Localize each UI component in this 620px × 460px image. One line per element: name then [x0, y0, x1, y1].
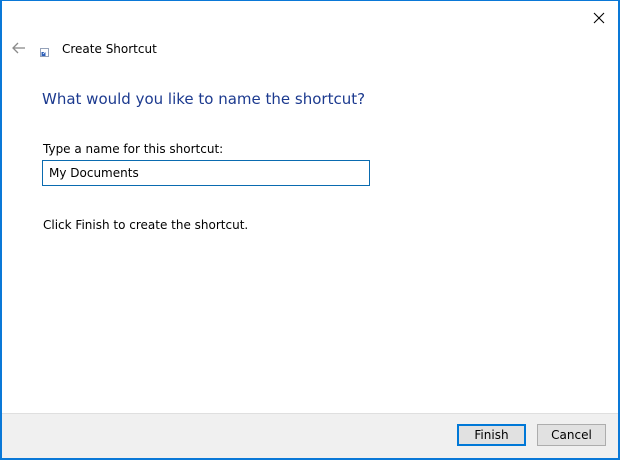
- create-shortcut-dialog: Create Shortcut What would you like to n…: [0, 0, 620, 460]
- window-title: Create Shortcut: [62, 42, 157, 56]
- shortcut-name-label: Type a name for this shortcut:: [43, 142, 224, 156]
- page-heading: What would you like to name the shortcut…: [42, 90, 366, 108]
- finish-button[interactable]: Finish: [457, 424, 526, 446]
- close-icon: [593, 12, 605, 24]
- cancel-button[interactable]: Cancel: [537, 424, 606, 446]
- title-bar: [2, 1, 618, 35]
- back-button[interactable]: [9, 38, 29, 58]
- dialog-footer: Finish Cancel: [2, 413, 618, 458]
- close-button[interactable]: [586, 6, 612, 30]
- finish-instruction-text: Click Finish to create the shortcut.: [43, 218, 249, 232]
- shortcut-name-input[interactable]: [42, 160, 370, 186]
- shortcut-icon: [40, 48, 49, 57]
- back-arrow-icon: [12, 42, 25, 54]
